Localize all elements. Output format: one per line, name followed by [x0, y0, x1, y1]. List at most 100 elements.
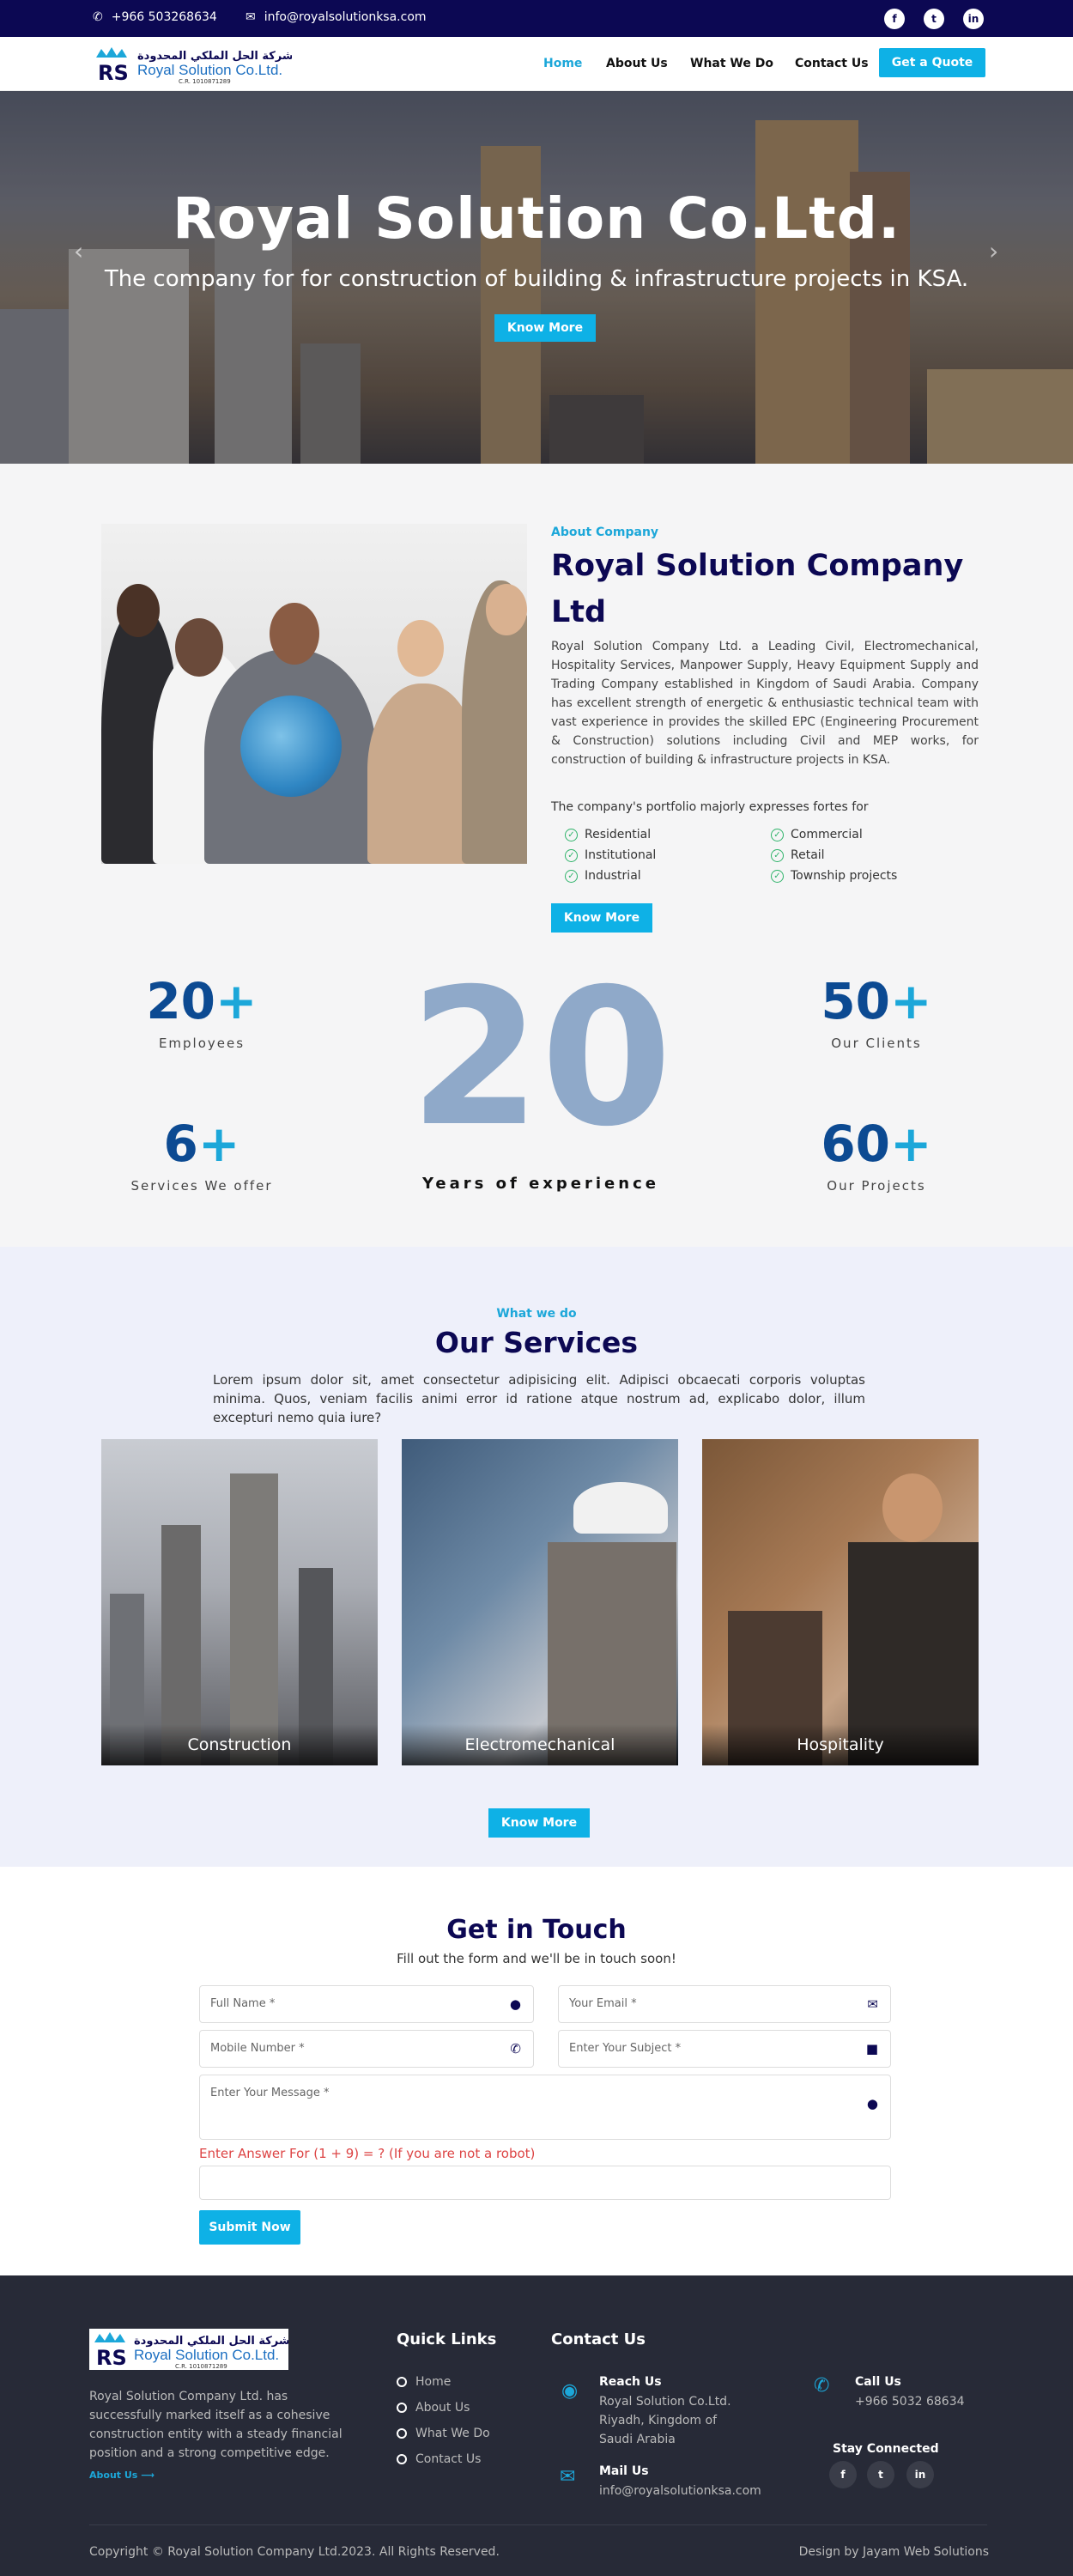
email-field[interactable]: Your Email * ✉ [558, 1985, 891, 2023]
service-card-hospitality[interactable]: Hospitality [702, 1439, 979, 1765]
years-label: Years of experience [422, 1175, 659, 1193]
check-icon: ✓ [565, 828, 578, 841]
reach-us-text: Royal Solution Co.Ltd. Riyadh, Kingdom o… [599, 2395, 731, 2446]
nav-about-us[interactable]: About Us [606, 57, 668, 70]
check-icon: ✓ [771, 828, 784, 841]
employees-label: Employees [158, 1036, 246, 1051]
nav-what-we-do[interactable]: What We Do [690, 57, 773, 70]
check-icon: ✓ [771, 869, 784, 883]
services-label: Services We offer [130, 1178, 273, 1194]
team-photo [101, 524, 527, 864]
location-icon: ◉ [561, 2380, 579, 2402]
nav-contact-us[interactable]: Contact Us [795, 57, 869, 70]
portfolio-item: ✓ Township projects [771, 869, 897, 883]
service-card-construction[interactable]: Construction [101, 1439, 378, 1765]
about-kicker: About Company [551, 526, 659, 539]
get-quote-button[interactable]: Get a Quote [879, 48, 985, 77]
svg-text:Royal Solution Co.Ltd.: Royal Solution Co.Ltd. [134, 2347, 279, 2363]
reach-us-title: Reach Us [599, 2375, 662, 2389]
top-bar: ✆ +966 503268634 ✉ info@royalsolutionksa… [0, 0, 1073, 37]
phone-icon: ✆ [510, 2041, 521, 2057]
topbar-phone-text: +966 503268634 [111, 10, 217, 24]
svg-text:شركة الحل الملكي المحدودة: شركة الحل الملكي المحدودة [134, 2335, 288, 2348]
hero-know-more-button[interactable]: Know More [494, 314, 596, 342]
clients-label: Our Clients [831, 1036, 922, 1051]
logo-cr: C.R. 1010871289 [179, 78, 231, 85]
contact-subtitle: Fill out the form and we'll be in touch … [397, 1951, 676, 1966]
check-icon: ✓ [771, 848, 784, 862]
portfolio-item: ✓ Institutional [565, 848, 656, 862]
services-count: 6+ [163, 1115, 240, 1173]
portfolio-item: ✓ Residential [565, 828, 651, 841]
crown-icon: RS [96, 47, 129, 85]
logo-arabic: شركة الحل الملكي المحدودة [137, 50, 292, 63]
phone-icon: ✆ [93, 10, 103, 24]
svg-text:RS: RS [96, 2346, 127, 2370]
portfolio-intro: The company's portfolio majorly expresse… [551, 800, 869, 814]
portfolio-item: ✓ Industrial [565, 869, 641, 883]
topbar-social: f t in [884, 9, 984, 29]
captcha-question: Enter Answer For (1 + 9) = ? (If you are… [199, 2146, 536, 2161]
employees-count: 20+ [146, 972, 258, 1030]
linkedin-icon[interactable]: in [906, 2461, 934, 2488]
years-number: 20 [409, 948, 673, 1168]
envelope-icon: ✉ [246, 10, 256, 24]
footer-logo[interactable]: RS شركة الحل الملكي المحدودة Royal Solut… [89, 2329, 290, 2370]
full-name-field[interactable]: Full Name * ● [199, 1985, 534, 2023]
subject-field[interactable]: Enter Your Subject * ■ [558, 2030, 891, 2068]
nav-home[interactable]: Home [543, 57, 582, 70]
circle-icon [397, 2377, 407, 2387]
twitter-icon[interactable]: t [867, 2461, 894, 2488]
topbar-phone[interactable]: ✆ +966 503268634 [93, 10, 217, 24]
service-card-electromechanical[interactable]: Electromechanical [402, 1439, 678, 1765]
call-us-title: Call Us [855, 2375, 901, 2389]
services-know-more-button[interactable]: Know More [488, 1808, 590, 1838]
facebook-icon[interactable]: f [884, 9, 905, 29]
site-logo[interactable]: RS شركة الحل الملكي المحدودة Royal Solut… [93, 46, 294, 85]
copyright-text: Copyright © Royal Solution Company Ltd.2… [89, 2545, 500, 2559]
topbar-email[interactable]: ✉ info@royalsolutionksa.com [246, 10, 427, 24]
globe-icon [240, 696, 342, 797]
footer-link-home[interactable]: Home [397, 2375, 451, 2389]
stay-connected-title: Stay Connected [833, 2442, 939, 2456]
footer-about-link[interactable]: About Us ⟶ [89, 2470, 155, 2481]
facebook-icon[interactable]: f [829, 2461, 857, 2488]
designer-credit[interactable]: Design by Jayam Web Solutions [799, 2545, 989, 2559]
services-description: Lorem ipsum dolor sit, amet consectetur … [213, 1372, 865, 1425]
contact-title: Get in Touch [446, 1915, 627, 1945]
call-us-text[interactable]: +966 5032 68634 [855, 2392, 965, 2411]
svg-text:C.R. 1010871289: C.R. 1010871289 [175, 2363, 227, 2370]
circle-icon [397, 2403, 407, 2413]
chat-icon: ● [866, 2096, 878, 2111]
clients-count: 50+ [821, 972, 932, 1030]
projects-label: Our Projects [827, 1178, 926, 1194]
twitter-icon[interactable]: t [924, 9, 944, 29]
portfolio-item: ✓ Commercial [771, 828, 863, 841]
topbar-email-text: info@royalsolutionksa.com [264, 10, 427, 24]
portfolio-item: ✓ Retail [771, 848, 825, 862]
service-card-label: Hospitality [702, 1724, 979, 1765]
quick-links-title: Quick Links [397, 2330, 497, 2348]
mail-us-title: Mail Us [599, 2464, 649, 2478]
circle-icon [397, 2428, 407, 2439]
footer-link-contact[interactable]: Contact Us [397, 2452, 481, 2466]
mail-us-text[interactable]: info@royalsolutionksa.com [599, 2482, 761, 2500]
submit-button[interactable]: Submit Now [199, 2210, 300, 2245]
captcha-answer-field[interactable] [199, 2166, 891, 2200]
arrow-right-icon: ⟶ [141, 2470, 155, 2481]
services-kicker: What we do [496, 1307, 577, 1321]
about-know-more-button[interactable]: Know More [551, 903, 652, 933]
footer-contact-title: Contact Us [551, 2330, 646, 2348]
footer-link-about[interactable]: About Us [397, 2401, 470, 2415]
svg-text:RS: RS [98, 61, 129, 85]
service-card-label: Electromechanical [402, 1724, 678, 1765]
hero-title: Royal Solution Co.Ltd. [172, 185, 901, 252]
message-field[interactable]: Enter Your Message * ● [199, 2075, 891, 2140]
logo-english: Royal Solution Co.Ltd. [137, 62, 282, 78]
user-icon: ● [509, 1996, 521, 2012]
footer-link-what-we-do[interactable]: What We Do [397, 2427, 490, 2440]
footer-about-text: Royal Solution Company Ltd. has successf… [89, 2390, 343, 2460]
about-description: Royal Solution Company Ltd. a Leading Ci… [551, 640, 979, 767]
linkedin-icon[interactable]: in [963, 9, 984, 29]
mobile-field[interactable]: Mobile Number * ✆ [199, 2030, 534, 2068]
